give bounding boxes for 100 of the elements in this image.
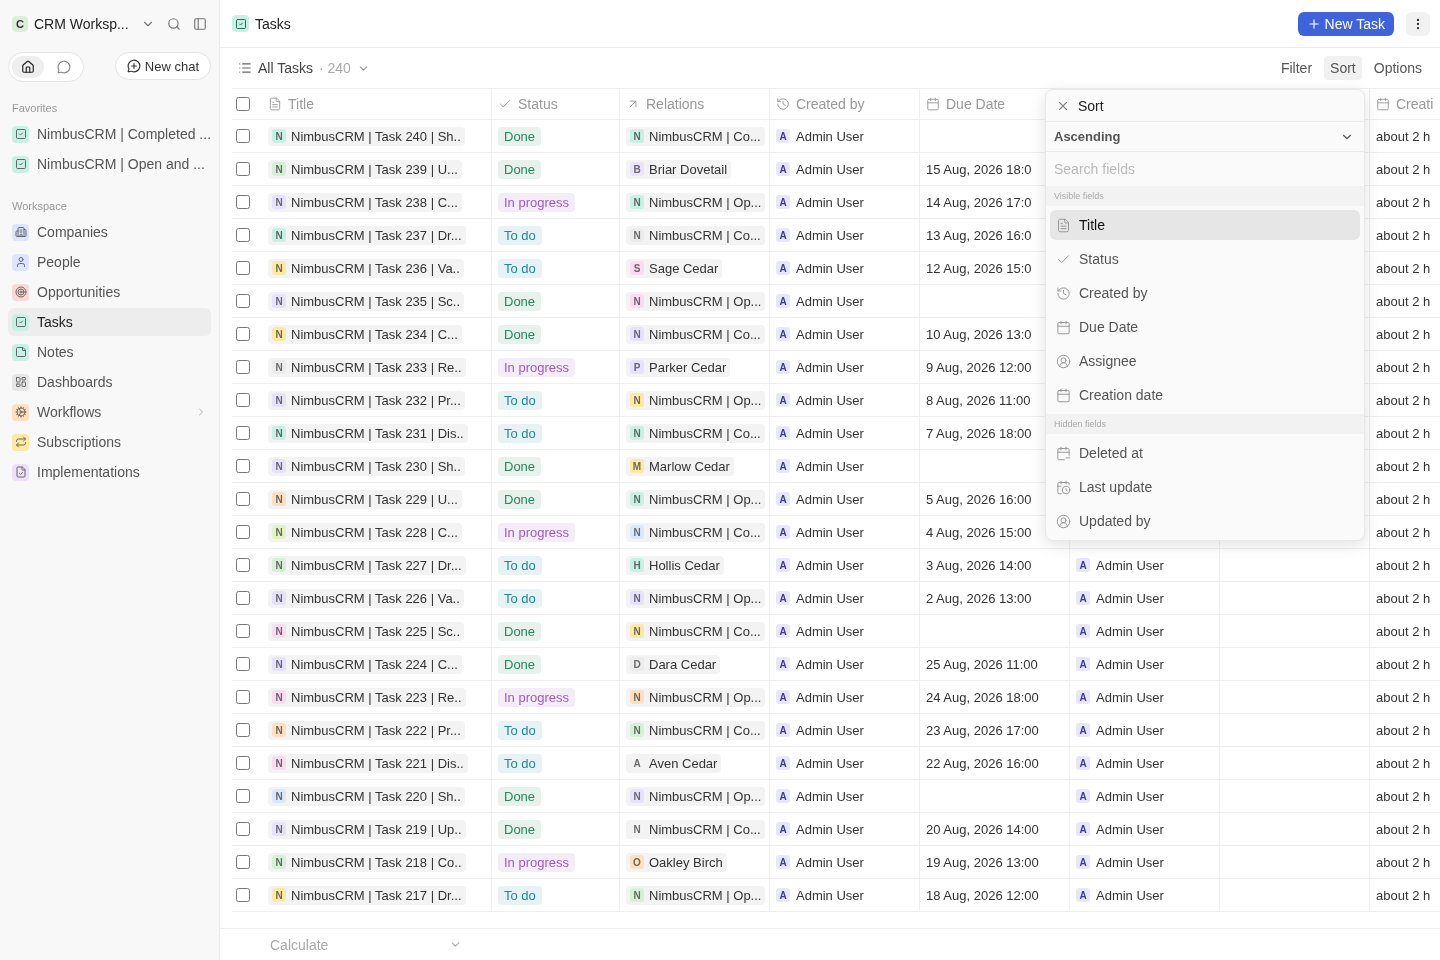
relation-chip[interactable]: P Parker Cedar (626, 357, 731, 377)
relation-chip[interactable]: N NimbusCRM | Op... (626, 489, 766, 509)
sidebar-toggle-icon[interactable] (193, 17, 207, 31)
task-chip[interactable]: N NimbusCRM | Task 218 | Co.. (268, 852, 466, 872)
menu-item[interactable]: Last update (1050, 472, 1360, 502)
nav-item[interactable]: Opportunities (8, 278, 211, 306)
task-chip[interactable]: N NimbusCRM | Task 231 | Dis.. (268, 423, 468, 443)
task-chip[interactable]: N NimbusCRM | Task 239 | U... (268, 159, 462, 179)
row-checkbox[interactable] (236, 690, 250, 704)
relation-chip[interactable]: N NimbusCRM | Op... (626, 588, 766, 608)
row-checkbox[interactable] (236, 459, 250, 473)
workspace-badge[interactable]: C (12, 16, 28, 32)
relation-chip[interactable]: N NimbusCRM | Co... (626, 423, 765, 443)
task-chip[interactable]: N NimbusCRM | Task 224 | C... (268, 654, 462, 674)
task-chip[interactable]: N NimbusCRM | Task 217 | Dr... (268, 885, 466, 905)
toolbar-button[interactable]: Options (1367, 56, 1428, 80)
toolbar-button[interactable]: Sort (1324, 56, 1362, 80)
relation-chip[interactable]: N NimbusCRM | Op... (626, 786, 766, 806)
row-checkbox[interactable] (236, 426, 250, 440)
row-checkbox[interactable] (236, 756, 250, 770)
task-chip[interactable]: N NimbusCRM | Task 223 | Re.. (268, 687, 466, 707)
select-all-checkbox[interactable] (236, 97, 250, 111)
row-checkbox[interactable] (236, 261, 250, 275)
favorite-item[interactable]: NimbusCRM | Completed ... (8, 120, 211, 148)
row-checkbox[interactable] (236, 393, 250, 407)
menu-item[interactable]: Created by (1050, 278, 1360, 308)
row-checkbox[interactable] (236, 888, 250, 902)
relation-chip[interactable]: M Marlow Cedar (626, 456, 734, 476)
relation-chip[interactable]: N NimbusCRM | Op... (626, 291, 766, 311)
row-checkbox[interactable] (236, 822, 250, 836)
nav-item[interactable]: Notes (8, 338, 211, 366)
row-checkbox[interactable] (236, 624, 250, 638)
workspace-name[interactable]: CRM Worksp... (34, 16, 135, 32)
row-checkbox[interactable] (236, 789, 250, 803)
menu-item[interactable]: Deleted at (1050, 438, 1360, 468)
relation-chip[interactable]: A Aven Cedar (626, 753, 722, 773)
task-chip[interactable]: N NimbusCRM | Task 219 | Up.. (268, 819, 466, 839)
relation-chip[interactable]: N NimbusCRM | Op... (626, 687, 766, 707)
task-chip[interactable]: N NimbusCRM | Task 233 | Re.. (268, 357, 466, 377)
row-checkbox[interactable] (236, 129, 250, 143)
task-chip[interactable]: N NimbusCRM | Task 226 | Va.. (268, 588, 464, 608)
relation-chip[interactable]: O Oakley Birch (626, 852, 727, 872)
view-name[interactable]: All Tasks (258, 60, 313, 76)
row-checkbox[interactable] (236, 360, 250, 374)
menu-item[interactable]: Assignee (1050, 346, 1360, 376)
task-chip[interactable]: N NimbusCRM | Task 230 | Sh.. (268, 456, 465, 476)
nav-item[interactable]: Companies (8, 218, 211, 246)
task-chip[interactable]: N NimbusCRM | Task 220 | Sh.. (268, 786, 465, 806)
relation-chip[interactable]: D Dara Cedar (626, 654, 721, 674)
task-chip[interactable]: N NimbusCRM | Task 229 | U... (268, 489, 462, 509)
new-chat-button[interactable]: New chat (114, 52, 211, 80)
task-chip[interactable]: N NimbusCRM | Task 240 | Sh.. (268, 126, 465, 146)
task-chip[interactable]: N NimbusCRM | Task 221 | Dis.. (268, 753, 468, 773)
menu-item[interactable]: Updated by (1050, 506, 1360, 536)
relation-chip[interactable]: B Briar Dovetail (626, 159, 732, 179)
relation-chip[interactable]: N NimbusCRM | Co... (626, 522, 765, 542)
task-chip[interactable]: N NimbusCRM | Task 232 | Pr... (268, 390, 465, 410)
relation-chip[interactable]: N NimbusCRM | Co... (626, 324, 765, 344)
row-checkbox[interactable] (236, 195, 250, 209)
row-checkbox[interactable] (236, 327, 250, 341)
relation-chip[interactable]: N NimbusCRM | Co... (626, 720, 765, 740)
task-chip[interactable]: N NimbusCRM | Task 237 | Dr... (268, 225, 466, 245)
search-icon[interactable] (167, 17, 181, 31)
relation-chip[interactable]: N NimbusCRM | Co... (626, 621, 765, 641)
menu-item[interactable]: Title (1050, 210, 1360, 240)
relation-chip[interactable]: N NimbusCRM | Op... (626, 192, 766, 212)
menu-item[interactable]: Due Date (1050, 312, 1360, 342)
sort-direction-select[interactable]: Ascending (1046, 122, 1364, 152)
relation-chip[interactable]: N NimbusCRM | Co... (626, 225, 765, 245)
row-checkbox[interactable] (236, 162, 250, 176)
row-checkbox[interactable] (236, 591, 250, 605)
row-checkbox[interactable] (236, 525, 250, 539)
task-chip[interactable]: N NimbusCRM | Task 228 | C... (268, 522, 462, 542)
task-chip[interactable]: N NimbusCRM | Task 227 | Dr... (268, 555, 466, 575)
search-field[interactable]: Search fields (1046, 152, 1364, 186)
menu-item[interactable]: Status (1050, 244, 1360, 274)
favorite-item[interactable]: NimbusCRM | Open and ... (8, 150, 211, 178)
relation-chip[interactable]: H Hollis Cedar (626, 555, 724, 575)
menu-item[interactable]: Creation date (1050, 380, 1360, 410)
toolbar-button[interactable]: Filter (1274, 56, 1319, 80)
nav-item[interactable]: Implementations (8, 458, 211, 486)
nav-item[interactable]: Workflows (8, 398, 211, 426)
home-tab[interactable] (12, 56, 44, 78)
row-checkbox[interactable] (236, 492, 250, 506)
nav-item[interactable]: People (8, 248, 211, 276)
row-checkbox[interactable] (236, 228, 250, 242)
row-checkbox[interactable] (236, 855, 250, 869)
relation-chip[interactable]: N NimbusCRM | Co... (626, 819, 765, 839)
row-checkbox[interactable] (236, 294, 250, 308)
relation-chip[interactable]: N NimbusCRM | Op... (626, 885, 766, 905)
task-chip[interactable]: N NimbusCRM | Task 238 | C... (268, 192, 462, 212)
relation-chip[interactable]: N NimbusCRM | Op... (626, 390, 766, 410)
task-chip[interactable]: N NimbusCRM | Task 225 | Sc.. (268, 621, 465, 641)
relation-chip[interactable]: N NimbusCRM | Co... (626, 126, 765, 146)
row-checkbox[interactable] (236, 657, 250, 671)
row-checkbox[interactable] (236, 558, 250, 572)
task-chip[interactable]: N NimbusCRM | Task 235 | Sc.. (268, 291, 465, 311)
task-chip[interactable]: N NimbusCRM | Task 222 | Pr... (268, 720, 465, 740)
nav-item[interactable]: Subscriptions (8, 428, 211, 456)
task-chip[interactable]: N NimbusCRM | Task 234 | C... (268, 324, 462, 344)
